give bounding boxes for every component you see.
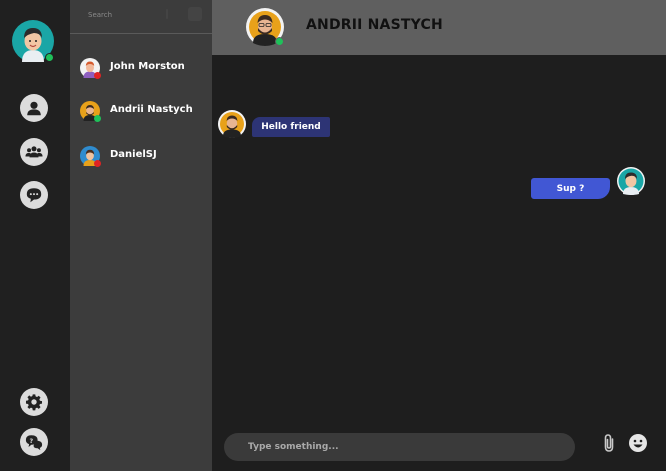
- contact-item-danielsj[interactable]: DanielSJ: [70, 136, 212, 176]
- contact-avatar: [80, 101, 101, 122]
- contact-name: Andrii Nastych: [110, 104, 193, 115]
- chat-bubble-icon: [26, 188, 42, 203]
- icon-rail: ?: [0, 0, 70, 471]
- settings-button[interactable]: [20, 388, 48, 416]
- smiley-icon: [629, 434, 647, 452]
- chat-title: ANDRII NASTYCH: [306, 17, 443, 33]
- search-input[interactable]: [88, 8, 176, 22]
- contact-item-andrii-nastych[interactable]: Andrii Nastych: [70, 91, 212, 131]
- paperclip-icon: [604, 434, 614, 452]
- message-input[interactable]: [248, 439, 548, 455]
- incoming-message-bubble: Hello friend: [252, 117, 330, 137]
- chat-header: ANDRII NASTYCH: [212, 0, 666, 55]
- contacts-panel: John Morston Andrii Nastych DanielS: [70, 0, 212, 471]
- offline-status-dot: [94, 160, 101, 167]
- group-icon: [25, 146, 43, 158]
- contact-avatar: [80, 58, 101, 79]
- search-button[interactable]: [188, 7, 202, 21]
- help-button[interactable]: ?: [20, 428, 48, 456]
- online-status-dot: [45, 53, 54, 62]
- incoming-message-avatar: [218, 110, 246, 138]
- online-status-dot: [94, 115, 101, 122]
- contact-avatar: [80, 146, 101, 167]
- search-divider: [166, 9, 168, 19]
- message-composer: [224, 433, 575, 461]
- outgoing-message-bubble: Sup ?: [531, 178, 610, 199]
- offline-status-dot: [94, 72, 101, 79]
- help-chat-icon: ?: [25, 435, 43, 451]
- svg-text:?: ?: [29, 438, 33, 445]
- person-icon: [27, 101, 41, 116]
- contact-name: DanielSJ: [110, 149, 157, 160]
- outgoing-message-avatar: [617, 167, 645, 195]
- profile-button[interactable]: [20, 94, 48, 122]
- chat-partner-avatar[interactable]: [246, 8, 284, 46]
- gear-icon: [25, 394, 43, 411]
- search-bar: [70, 0, 212, 34]
- contact-name: John Morston: [110, 61, 185, 72]
- online-status-dot: [275, 37, 284, 46]
- attach-button[interactable]: [599, 432, 619, 454]
- emoji-button[interactable]: [628, 432, 648, 454]
- contact-item-john-morston[interactable]: John Morston: [70, 48, 212, 88]
- current-user-avatar[interactable]: [12, 20, 54, 62]
- groups-button[interactable]: [20, 138, 48, 166]
- chats-button[interactable]: [20, 181, 48, 209]
